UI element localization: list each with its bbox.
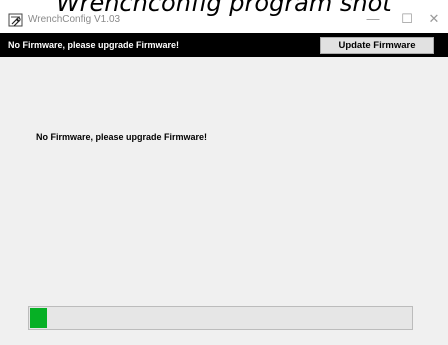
status-message: No Firmware, please upgrade Firmware! [36, 132, 208, 142]
firmware-banner: No Firmware, please upgrade Firmware! Up… [0, 33, 448, 57]
progress-fill [30, 308, 47, 328]
banner-message: No Firmware, please upgrade Firmware! [8, 40, 180, 50]
update-firmware-button[interactable]: Update Firmware [320, 37, 434, 54]
app-window: WrenchConfig V1.03 — ☐ ✕ No Firmware, pl… [0, 7, 448, 345]
overlay-caption: Wrenchconfig program shot [56, 0, 392, 17]
progress-bar [28, 306, 413, 330]
